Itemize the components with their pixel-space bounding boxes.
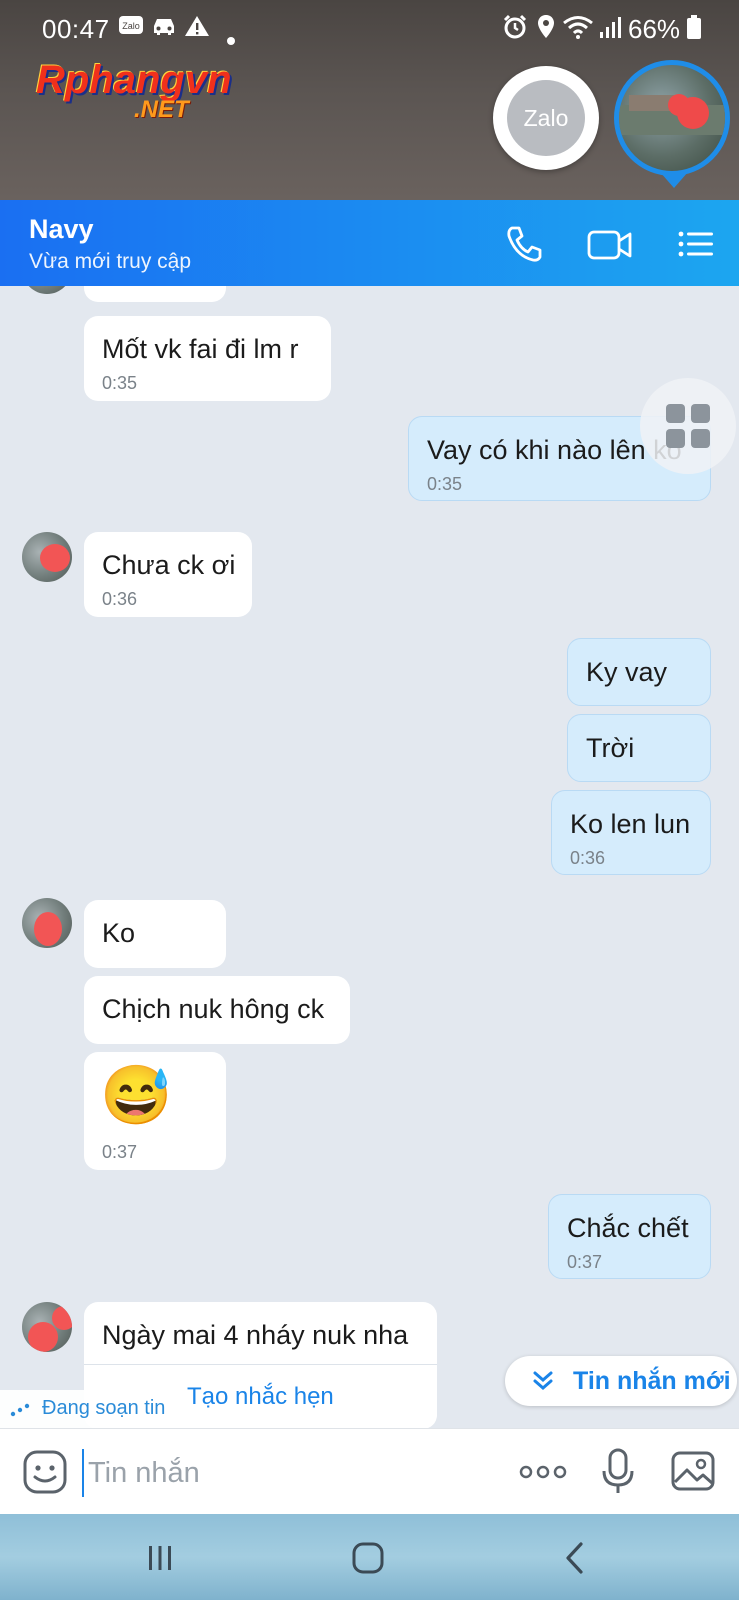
message-bubble-sent[interactable]: Ko len lun 0:36 xyxy=(551,790,711,875)
message-bubble-sent[interactable]: Ky vay xyxy=(567,638,711,706)
avatar-blur-mark xyxy=(34,912,62,946)
grid-icon xyxy=(666,404,710,448)
contact-avatar[interactable] xyxy=(22,898,72,948)
chat-head-avatar-image xyxy=(619,94,725,135)
message-text: Trời xyxy=(586,733,635,763)
voice-call-button[interactable] xyxy=(502,222,546,266)
message-list[interactable]: Mốt vk fai đi lm r 0:35 Vay có khi nào l… xyxy=(0,286,739,1428)
chat-head-avatar[interactable] xyxy=(614,60,730,176)
message-input[interactable] xyxy=(82,1449,490,1497)
typing-label: Đang soạn tin xyxy=(42,1397,166,1419)
contact-avatar[interactable] xyxy=(22,286,72,294)
image-picker-button[interactable] xyxy=(670,1449,716,1495)
zalo-notification-icon: Zalo xyxy=(118,14,144,45)
message-bubble-sent[interactable]: Trời xyxy=(567,714,711,782)
warning-icon xyxy=(184,14,210,45)
message-text: Ngày mai 4 nháy nuk nha xyxy=(102,1320,409,1350)
zalo-floating-bubble[interactable]: Zalo xyxy=(493,66,599,170)
message-time: 0:37 xyxy=(102,1142,138,1162)
video-camera-icon xyxy=(587,230,632,260)
message-time: 0:36 xyxy=(102,589,138,609)
message-input-bar xyxy=(0,1428,739,1515)
message-bubble-received[interactable]: Chịch nuk hông ck xyxy=(84,976,350,1044)
back-chevron-icon xyxy=(566,1542,583,1574)
new-messages-label: Tin nhắn mới xyxy=(573,1367,731,1395)
battery-percent: 66% xyxy=(628,14,681,44)
home-button[interactable] xyxy=(348,1538,388,1578)
message-text: Chưa ck ơi xyxy=(102,550,236,580)
avatar-blur-mark xyxy=(28,1322,58,1352)
contact-avatar[interactable] xyxy=(22,1302,72,1352)
message-text: Ko len lun xyxy=(570,809,691,839)
message-text: Ky vay xyxy=(586,657,668,687)
message-bubble-partial[interactable] xyxy=(84,286,226,302)
message-bubble-sent[interactable]: Chắc chết 0:37 xyxy=(548,1194,711,1279)
wifi-icon xyxy=(562,14,594,47)
system-navigation-bar xyxy=(0,1514,739,1600)
message-text: Chắc chết xyxy=(567,1213,689,1243)
message-time: 0:35 xyxy=(427,474,463,494)
more-options-button[interactable] xyxy=(518,1457,568,1487)
chat-header: Navy Vừa mới truy cập xyxy=(0,200,739,286)
quick-actions-button[interactable] xyxy=(640,378,736,474)
watermark-sub-text: .NET xyxy=(134,96,189,123)
message-time: 0:35 xyxy=(102,373,138,393)
watermark-logo: Rphangvn .NET xyxy=(36,58,266,128)
message-text: Ko xyxy=(102,918,136,948)
zalo-logo: Zalo xyxy=(507,80,585,156)
list-icon xyxy=(678,231,713,257)
options-menu-button[interactable] xyxy=(674,222,718,266)
typing-indicator: Đang soạn tin xyxy=(0,1390,178,1428)
message-time: 0:37 xyxy=(567,1252,603,1272)
new-messages-button[interactable]: Tin nhắn mới xyxy=(505,1356,737,1406)
dot-icon xyxy=(226,22,236,53)
message-bubble-received[interactable]: Ko xyxy=(84,900,226,968)
recent-apps-button[interactable] xyxy=(140,1538,180,1578)
status-bar: 00:47 Zalo 66% xyxy=(0,0,739,58)
message-bubble-received[interactable]: Mốt vk fai đi lm r 0:35 xyxy=(84,316,331,401)
contact-status: Vừa mới truy cập xyxy=(29,250,192,273)
double-chevron-down-icon xyxy=(533,1371,553,1390)
status-time: 00:47 xyxy=(42,14,110,44)
create-reminder-label: Tạo nhắc hẹn xyxy=(187,1383,334,1410)
sticker-button[interactable] xyxy=(22,1449,68,1495)
recent-apps-icon xyxy=(149,1546,171,1570)
message-time: 0:36 xyxy=(570,848,606,868)
sticker-smile-icon xyxy=(23,1450,67,1494)
message-text: Chịch nuk hông ck xyxy=(102,994,325,1024)
phone-icon xyxy=(507,226,542,262)
message-bubble-received[interactable]: Chưa ck ơi 0:36 xyxy=(84,532,252,617)
car-icon xyxy=(150,14,178,45)
home-icon xyxy=(352,1542,384,1574)
microphone-icon xyxy=(602,1448,634,1493)
svg-text:Zalo: Zalo xyxy=(122,21,140,31)
back-button[interactable] xyxy=(556,1538,596,1578)
alarm-icon xyxy=(502,14,528,47)
contact-name[interactable]: Navy xyxy=(29,214,94,245)
battery-icon xyxy=(686,14,702,47)
signal-icon xyxy=(598,14,624,47)
voice-record-button[interactable] xyxy=(598,1447,638,1497)
more-dots-icon xyxy=(519,1465,567,1479)
contact-avatar[interactable] xyxy=(22,532,72,582)
typing-dots-icon xyxy=(10,1403,30,1417)
emoji-sweat-smile: 😅 xyxy=(100,1063,173,1128)
chat-head-pointer xyxy=(660,172,688,188)
location-icon xyxy=(536,14,556,47)
message-bubble-received[interactable]: 😅 0:37 xyxy=(84,1052,226,1170)
video-call-button[interactable] xyxy=(586,222,634,266)
avatar-blur-mark xyxy=(52,1306,72,1330)
avatar-blur-mark xyxy=(40,544,70,572)
image-icon xyxy=(671,1451,715,1491)
message-text: Mốt vk fai đi lm r xyxy=(102,334,299,364)
